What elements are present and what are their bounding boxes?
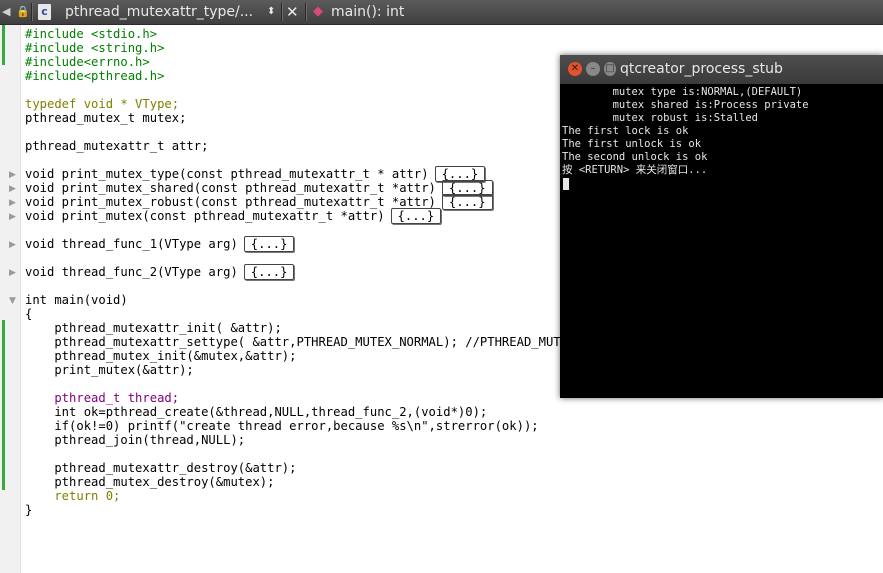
toolbar-separator: [31, 3, 32, 21]
lock-icon[interactable]: 🔒: [16, 0, 30, 24]
code-line[interactable]: pthread_mutexattr_init( &attr);: [25, 321, 281, 335]
terminal-output[interactable]: mutex type is:NORMAL,(DEFAULT) mutex sha…: [562, 84, 881, 396]
collapsed-block[interactable]: {...}: [243, 236, 295, 252]
code-line[interactable]: void thread_func_1(VType arg) {...}: [25, 236, 295, 252]
code-line[interactable]: }: [25, 503, 32, 517]
editor-toolbar: ◀ 🔒 c pthread_mutexattr_type/... ⬍ ✕ ◆ m…: [0, 0, 883, 25]
terminal-line: mutex robust is:Stalled: [562, 112, 758, 124]
code-line[interactable]: void print_mutex_robust(const pthread_mu…: [25, 194, 493, 210]
fold-expand-icon[interactable]: ▶: [9, 170, 16, 180]
close-window-icon[interactable]: ✕: [568, 62, 582, 76]
code-line[interactable]: int main(void): [25, 293, 128, 307]
chevron-updown-icon[interactable]: ⬍: [267, 0, 275, 24]
function-icon: ◆: [313, 4, 323, 19]
code-line[interactable]: #include <stdio.h>: [25, 27, 157, 41]
collapsed-block[interactable]: {...}: [441, 194, 493, 210]
code-line[interactable]: void print_mutex_type(const pthread_mute…: [25, 166, 486, 182]
c-file-icon: c: [38, 4, 51, 20]
change-marker: [2, 25, 5, 65]
editor-gutter: ▶ ▶ ▶ ▶ ▶ ▶ ▼: [0, 25, 21, 573]
collapsed-block[interactable]: {...}: [243, 264, 295, 280]
fold-expand-icon[interactable]: ▶: [9, 184, 16, 194]
toolbar-separator: [305, 3, 306, 21]
code-line[interactable]: {: [25, 307, 32, 321]
open-file-dropdown[interactable]: pthread_mutexattr_type/...: [65, 0, 253, 24]
fold-expand-icon[interactable]: ▶: [9, 212, 16, 222]
code-line[interactable]: pthread_join(thread,NULL);: [25, 433, 245, 447]
terminal-line: The first lock is ok: [562, 125, 689, 137]
code-line[interactable]: void print_mutex(const pthread_mutexattr…: [25, 208, 442, 224]
code-line[interactable]: pthread_mutex_destroy(&mutex);: [25, 475, 274, 489]
terminal-cursor: [563, 178, 569, 190]
code-line[interactable]: pthread_mutexattr_destroy(&attr);: [25, 461, 296, 475]
terminal-title: qtcreator_process_stub: [620, 61, 783, 77]
toolbar-separator: [281, 3, 282, 21]
fold-expand-icon[interactable]: ▶: [9, 240, 16, 250]
nav-back-icon[interactable]: ◀: [2, 0, 10, 24]
terminal-line: The first unlock is ok: [562, 138, 702, 150]
code-line[interactable]: #include<errno.h>: [25, 55, 150, 69]
code-line[interactable]: pthread_mutex_t mutex;: [25, 111, 186, 125]
change-marker: [2, 320, 5, 490]
code-line[interactable]: void thread_func_2(VType arg) {...}: [25, 264, 295, 280]
code-line[interactable]: int ok=pthread_create(&thread,NULL,threa…: [25, 405, 487, 419]
code-line[interactable]: #include <string.h>: [25, 41, 164, 55]
code-line[interactable]: void print_mutex_shared(const pthread_mu…: [25, 180, 493, 196]
function-symbol-dropdown[interactable]: main(): int: [331, 0, 404, 24]
terminal-line: The second unlock is ok: [562, 151, 708, 163]
code-line[interactable]: pthread_mutex_init(&mutex,&attr);: [25, 349, 296, 363]
fold-expand-icon[interactable]: ▶: [9, 268, 16, 278]
terminal-titlebar[interactable]: ✕ – □ qtcreator_process_stub: [560, 55, 883, 84]
code-line[interactable]: if(ok!=0) printf("create thread error,be…: [25, 419, 538, 433]
close-file-icon[interactable]: ✕: [286, 0, 299, 24]
code-line[interactable]: pthread_t thread;: [25, 391, 179, 405]
terminal-line: mutex shared is:Process private: [562, 99, 809, 111]
fold-expand-icon[interactable]: ▶: [9, 198, 16, 208]
fold-collapse-icon[interactable]: ▼: [9, 296, 16, 306]
terminal-line: mutex type is:NORMAL,(DEFAULT): [562, 86, 803, 98]
code-line[interactable]: return 0;: [25, 489, 120, 503]
code-line[interactable]: pthread_mutexattr_settype( &attr,PTHREAD…: [25, 335, 568, 349]
maximize-window-icon[interactable]: □: [604, 62, 616, 76]
collapsed-block[interactable]: {...}: [390, 208, 442, 224]
code-line[interactable]: print_mutex(&attr);: [25, 363, 193, 377]
code-line[interactable]: typedef void * VType;: [25, 97, 179, 111]
terminal-line: 按 <RETURN> 来关闭窗口...: [562, 164, 708, 176]
code-line[interactable]: #include<pthread.h>: [25, 69, 164, 83]
minimize-window-icon[interactable]: –: [586, 62, 600, 76]
code-line[interactable]: pthread_mutexattr_t attr;: [25, 139, 208, 153]
terminal-window[interactable]: ✕ – □ qtcreator_process_stub mutex type …: [560, 55, 883, 398]
